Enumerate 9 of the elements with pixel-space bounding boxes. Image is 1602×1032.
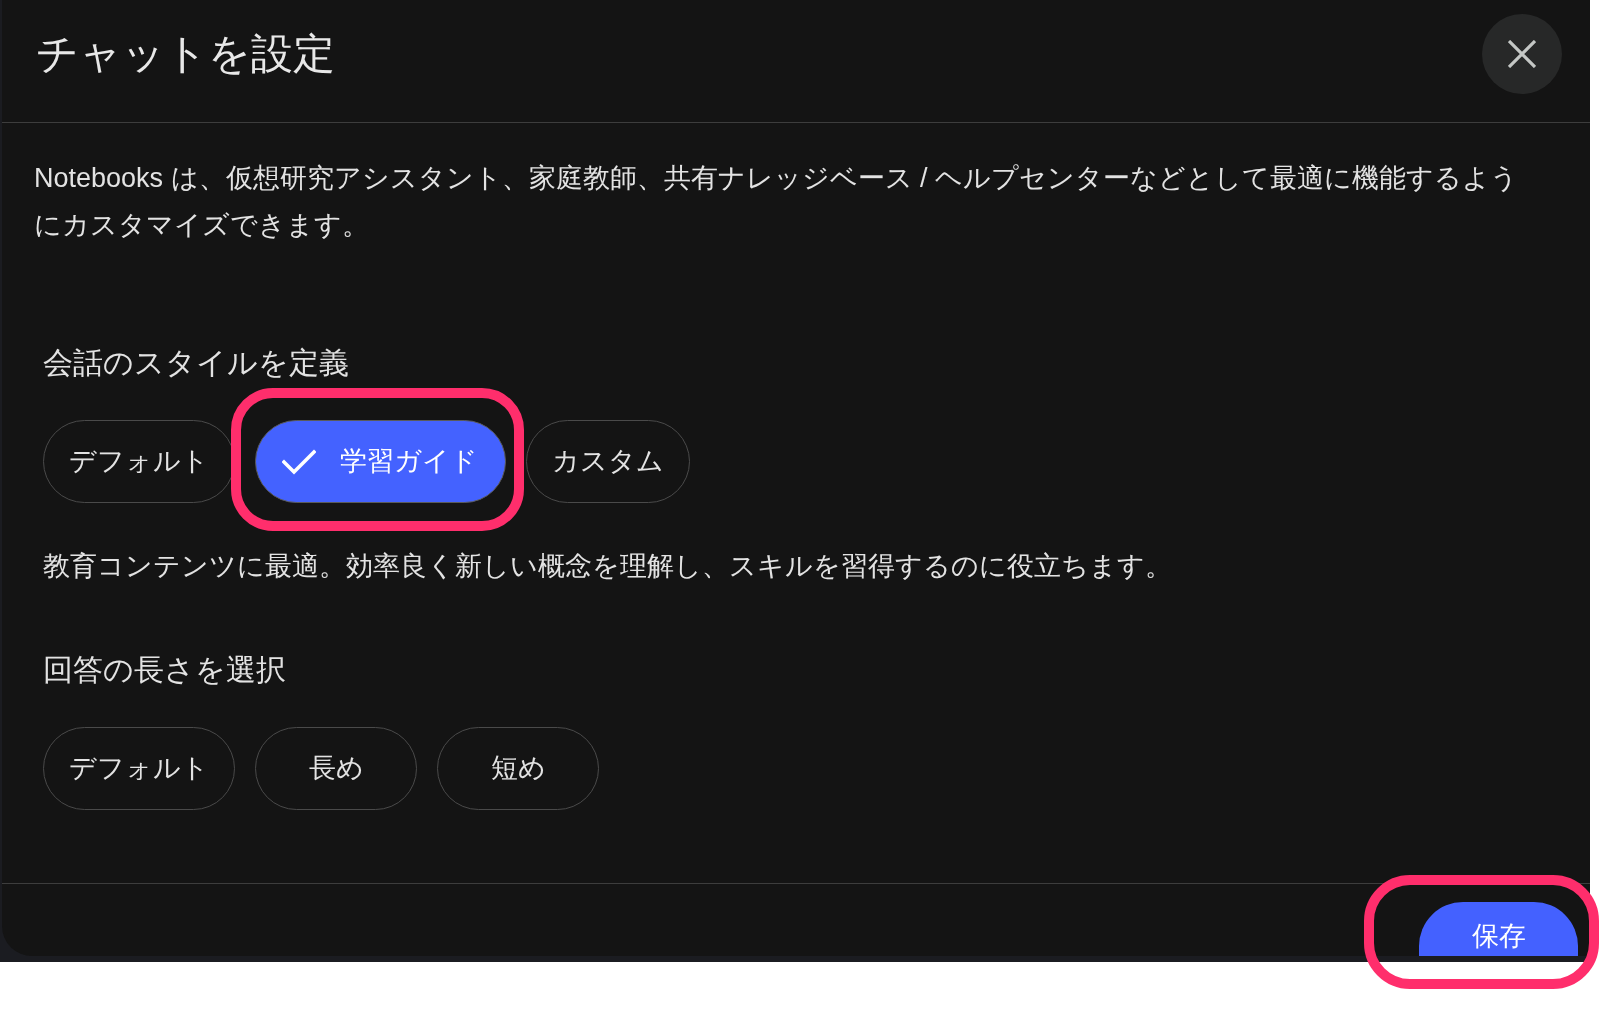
checkmark-icon — [282, 448, 316, 475]
description-text: Notebooks は、仮想研究アシスタント、家庭教師、共有ナレッジベース / ヘルプセンターなどとして最適に機能するようにカスタマイズできます。 — [34, 162, 1520, 242]
dialog-title: チャットを設定 — [36, 29, 335, 79]
section-heading: 回答の長さを選択 — [43, 652, 286, 688]
section-heading: 会話のスタイルを定義 — [43, 345, 349, 381]
option-chip[interactable]: 学習ガイド — [255, 420, 506, 503]
close-icon — [1508, 40, 1536, 68]
save-button[interactable]: 保存 — [1419, 902, 1578, 956]
hint-text: 教育コンテンツに最適。効率良く新しい概念を理解し、スキルを習得するのに役立ちます。 — [43, 550, 1172, 583]
